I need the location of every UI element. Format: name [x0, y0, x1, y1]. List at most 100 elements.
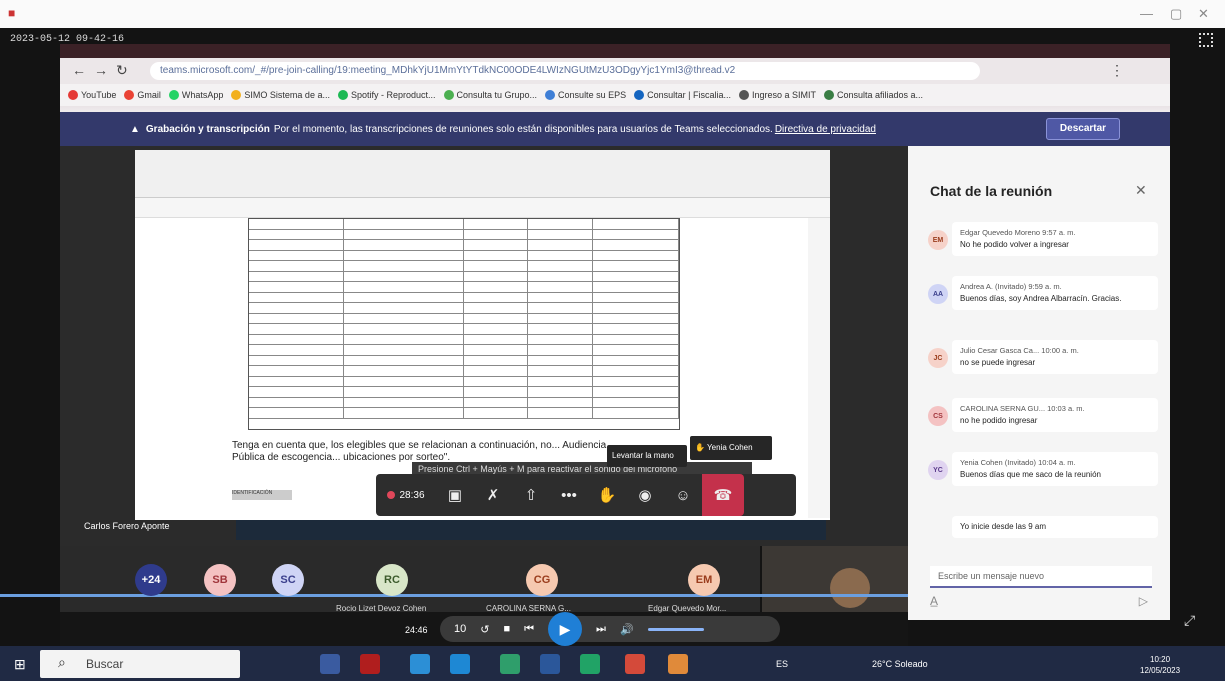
format-icon[interactable]: A̲: [930, 594, 938, 608]
raise-hand-icon[interactable]: ✋: [588, 474, 626, 516]
play-button[interactable]: ▶: [548, 612, 583, 646]
excel-icon[interactable]: [500, 654, 520, 674]
table-cell: [249, 303, 344, 313]
chat-message[interactable]: CAROLINA SERNA GU... 10:03 a. m. no he po…: [952, 398, 1158, 432]
bookmark-item[interactable]: WhatsApp: [168, 90, 223, 100]
table-cell: [344, 282, 464, 292]
seek-bar[interactable]: [0, 594, 908, 597]
mic-muted-icon[interactable]: ✗: [474, 474, 512, 516]
chat-message[interactable]: Andrea A. (Invitado) 9:59 a. m. Buenos dí…: [952, 276, 1158, 310]
table-cell: [593, 229, 679, 239]
chat-avatar: EM: [928, 230, 948, 250]
camera-off-icon[interactable]: ▣: [436, 474, 474, 516]
share-icon[interactable]: ⇧: [512, 474, 550, 516]
participant-avatar[interactable]: RC: [376, 564, 408, 596]
skip-back-icon[interactable]: 10: [454, 623, 466, 635]
mail-icon[interactable]: [450, 654, 470, 674]
document-toolbar: [135, 150, 830, 198]
chat-message[interactable]: Yo inicie desde las 9 am: [952, 516, 1158, 538]
clock[interactable]: 10:20 12/05/2023: [1140, 654, 1180, 676]
chat-avatar: JC: [928, 348, 948, 368]
table-row: [249, 334, 679, 345]
table-cell: [593, 292, 679, 302]
playback-time: 24:46: [405, 625, 428, 635]
bookmark-item[interactable]: Consulte su EPS: [545, 90, 626, 100]
table-cell: [344, 376, 464, 386]
table-row: [249, 261, 679, 272]
extensions-icon[interactable]: ⋮: [1110, 62, 1124, 79]
clock-time: 10:20: [1150, 655, 1171, 664]
hand-icon: ✋: [695, 443, 705, 452]
table-cell: [249, 240, 344, 250]
bookmark-item[interactable]: YouTube: [68, 90, 116, 100]
chrome-icon[interactable]: [410, 654, 430, 674]
bookmark-label: Spotify - Reproduct...: [350, 90, 436, 100]
word-icon[interactable]: [540, 654, 560, 674]
table-row: [249, 292, 679, 303]
taskbar-search[interactable]: Buscar: [40, 650, 240, 678]
close-icon[interactable]: ✕: [1198, 6, 1209, 22]
send-icon[interactable]: ▷: [1139, 594, 1148, 608]
chat-message-author: CAROLINA SERNA GU... 10:03 a. m.: [960, 404, 1085, 413]
chat-avatar: CS: [928, 406, 948, 426]
address-bar[interactable]: teams.microsoft.com/_#/pre-join-calling/…: [150, 62, 980, 80]
fullscreen-icon[interactable]: ⤢: [1184, 612, 1195, 629]
participant-avatar[interactable]: CG: [526, 564, 558, 596]
table-cell: [249, 313, 344, 323]
bookmark-item[interactable]: Gmail: [124, 90, 161, 100]
chat-avatar: YC: [928, 460, 948, 480]
bookmark-item[interactable]: Consulta afiliados a...: [824, 90, 923, 100]
chrome-profile-icon[interactable]: [625, 654, 645, 674]
table-row: [249, 408, 679, 419]
close-icon[interactable]: ✕: [1135, 182, 1147, 199]
more-icon[interactable]: •••: [550, 474, 588, 516]
participant-avatar[interactable]: SC: [272, 564, 304, 596]
stop-icon[interactable]: ■: [503, 623, 510, 635]
participant-avatar[interactable]: EM: [688, 564, 720, 596]
table-cell: [249, 271, 344, 281]
chat-panel: [908, 146, 1170, 620]
bookmark-item[interactable]: Consultar | Fiscalia...: [634, 90, 731, 100]
maximize-icon[interactable]: ▢: [1170, 6, 1182, 22]
participant-avatar[interactable]: +24: [135, 564, 167, 596]
forward-icon[interactable]: →: [94, 62, 108, 78]
back-icon[interactable]: ←: [72, 62, 86, 78]
table-cell: [249, 334, 344, 344]
volume-slider[interactable]: [647, 627, 704, 631]
chat-compose-input[interactable]: Escribe un mensaje nuevo: [930, 566, 1152, 588]
media-player-icon[interactable]: [668, 654, 688, 674]
windows-start-icon[interactable]: ⊞: [14, 656, 26, 673]
minimize-icon[interactable]: —: [1140, 6, 1153, 21]
privacy-link[interactable]: Directiva de privacidad: [775, 124, 876, 135]
dismiss-button[interactable]: Descartar: [1046, 118, 1120, 140]
bookmark-item[interactable]: Consulta tu Grupo...: [443, 90, 537, 100]
previous-icon[interactable]: ⏮: [524, 623, 534, 636]
chat-message-author: Julio Cesar Gasca Ca... 10:00 a. m.: [960, 346, 1079, 355]
chat-message[interactable]: Yenia Cohen (Invitado) 10:04 a. m. Buenos…: [952, 452, 1158, 486]
participant-avatar[interactable]: SB: [204, 564, 236, 596]
language-indicator[interactable]: ES: [776, 659, 788, 669]
table-cell: [593, 313, 679, 323]
next-icon[interactable]: ⏭: [596, 623, 606, 636]
table-row: [249, 366, 679, 377]
task-view-icon[interactable]: [320, 654, 340, 674]
chat-message[interactable]: Julio Cesar Gasca Ca... 10:00 a. m. no se…: [952, 340, 1158, 374]
volume-icon[interactable]: 🔊: [620, 623, 634, 636]
chat-message[interactable]: Edgar Quevedo Moreno 9:57 a. m. No he pod…: [952, 222, 1158, 256]
table-cell: [593, 334, 679, 344]
table-row: [249, 355, 679, 366]
chat-icon[interactable]: ◉: [626, 474, 664, 516]
bookmark-item[interactable]: Spotify - Reproduct...: [337, 90, 436, 100]
table-cell: [464, 387, 529, 397]
loop-icon[interactable]: ↺: [480, 623, 489, 636]
table-cell: [344, 303, 464, 313]
bookmark-item[interactable]: SIMO Sistema de a...: [231, 90, 330, 100]
reload-icon[interactable]: ↻: [116, 62, 128, 79]
app-icon[interactable]: [360, 654, 380, 674]
grid-icon[interactable]: [1199, 33, 1213, 47]
excel-app-icon[interactable]: [580, 654, 600, 674]
hang-up-icon[interactable]: ☎: [702, 474, 744, 516]
bookmark-item[interactable]: Ingreso a SIMIT: [738, 90, 816, 100]
participants-icon[interactable]: ☺: [664, 474, 702, 516]
weather-widget[interactable]: 26°C Soleado: [872, 659, 928, 669]
